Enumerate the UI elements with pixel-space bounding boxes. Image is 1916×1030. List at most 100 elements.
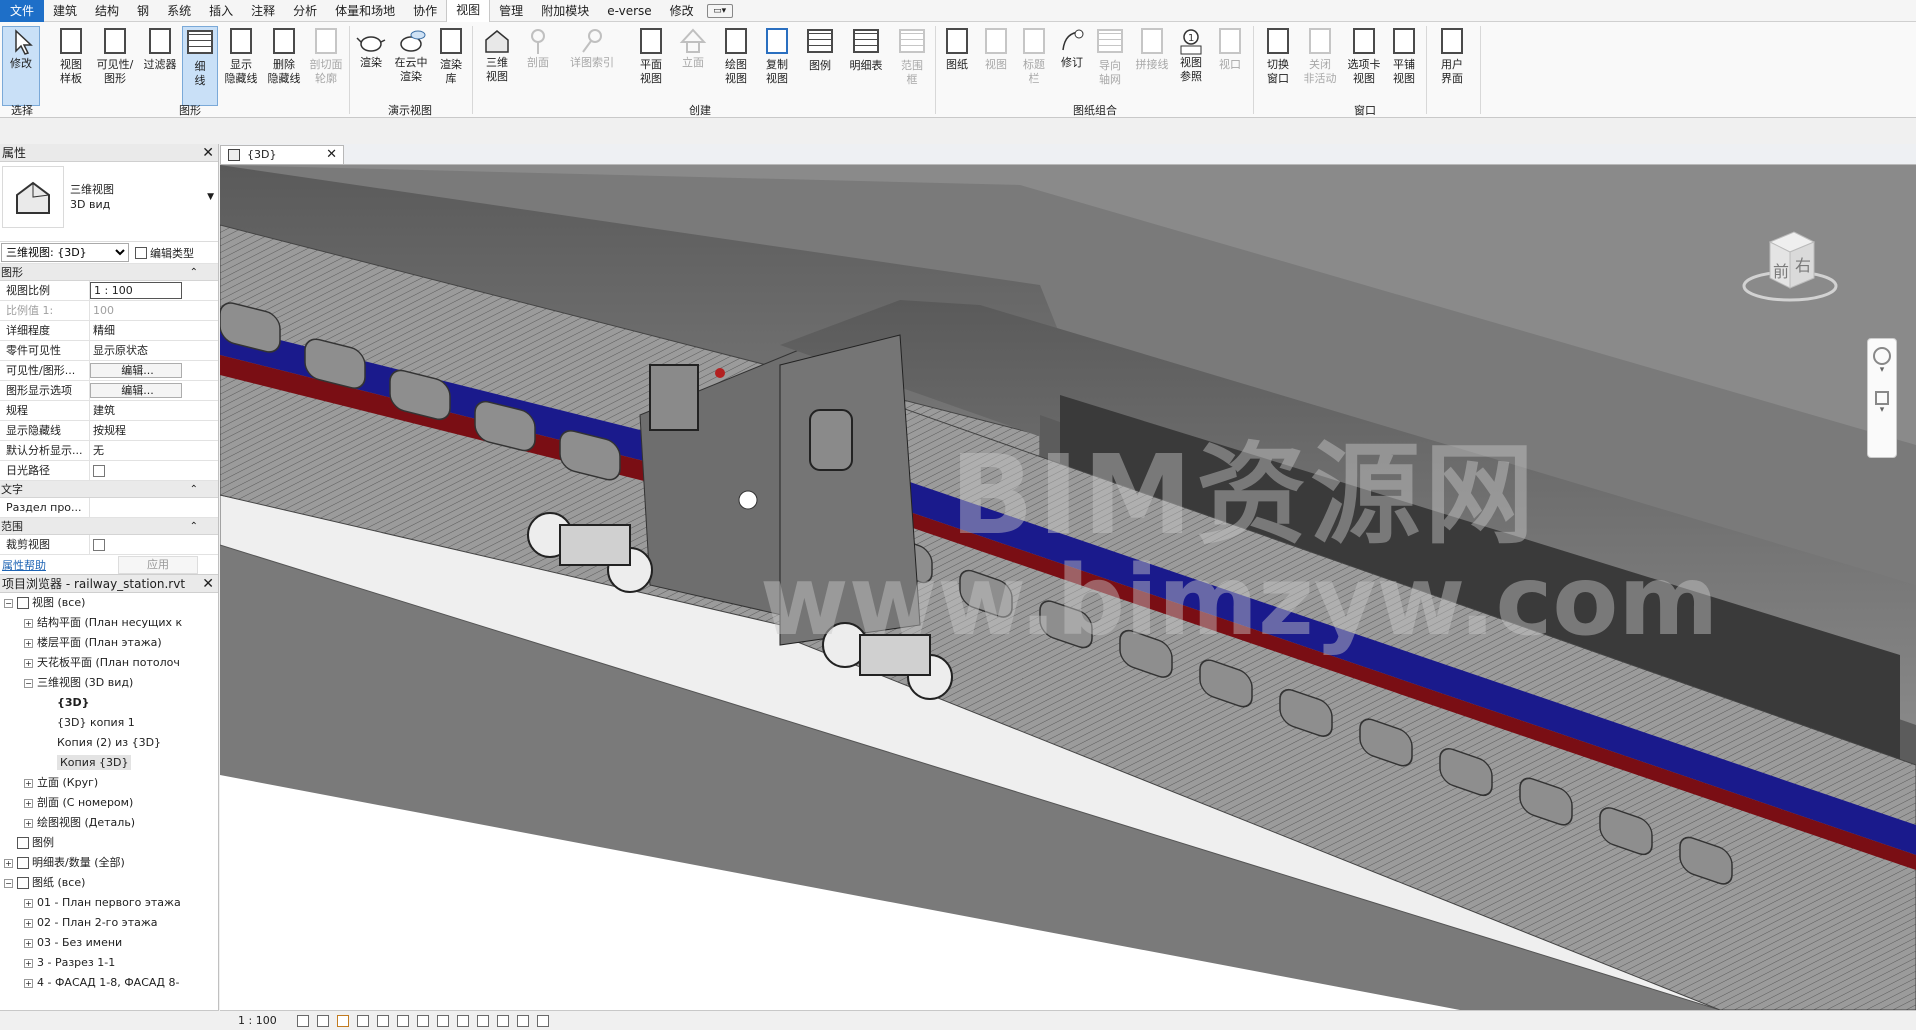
collapse-icon[interactable]: ⌃: [190, 481, 198, 498]
close-inactive-button[interactable]: 关闭 非活动: [1300, 26, 1340, 86]
3d-viewport[interactable]: BIM资源网 www.bimzyw.com: [220, 165, 1916, 1010]
properties-help-link[interactable]: 属性帮助: [0, 557, 46, 573]
browser-node[interactable]: + 天花板平面 (План потолоч: [0, 653, 218, 673]
menu-addins[interactable]: 附加模块: [532, 0, 598, 22]
close-icon[interactable]: ✕: [202, 144, 214, 162]
menu-collaborate[interactable]: 协作: [404, 0, 446, 22]
shadows-icon[interactable]: [356, 1014, 369, 1027]
rendering-icon[interactable]: [376, 1014, 389, 1027]
collapse-icon[interactable]: ⌃: [190, 518, 198, 535]
parts-visibility-value[interactable]: 显示原状态: [90, 341, 182, 360]
menu-view[interactable]: 视图: [446, 0, 491, 22]
crop-view-icon[interactable]: [396, 1014, 409, 1027]
lock-view-icon[interactable]: [436, 1014, 449, 1027]
browser-node[interactable]: 图例: [0, 833, 218, 853]
user-interface-button[interactable]: 用户 界面: [1432, 26, 1472, 86]
browser-node[interactable]: + 绘图视图 (Деталь): [0, 813, 218, 833]
menu-architecture[interactable]: 建筑: [44, 0, 86, 22]
viewports-button[interactable]: 视口: [1212, 26, 1248, 72]
detail-level-icon[interactable]: [296, 1014, 309, 1027]
render-cloud-button[interactable]: 在云中 渲染: [389, 26, 433, 84]
chevron-down-icon[interactable]: ▼: [207, 192, 214, 202]
legends-button[interactable]: 图例: [800, 26, 840, 73]
view-scale-field[interactable]: 1 : 100: [90, 282, 182, 299]
menu-analyze[interactable]: 分析: [284, 0, 326, 22]
sun-path-checkbox[interactable]: [93, 465, 105, 477]
chevron-down-icon[interactable]: ▾: [1868, 405, 1896, 415]
browser-node[interactable]: Копия (2) из {3D}: [0, 733, 218, 753]
expand-icon[interactable]: +: [24, 778, 33, 788]
group-graphics[interactable]: 图形 ⌃: [0, 264, 218, 281]
group-text[interactable]: 文字 ⌃: [0, 481, 218, 498]
expand-icon[interactable]: +: [24, 658, 33, 668]
detail-level-value[interactable]: 精细: [90, 321, 182, 340]
collapse-icon[interactable]: −: [4, 878, 13, 888]
analytical-model-icon[interactable]: [536, 1014, 549, 1027]
worksharing-icon[interactable]: [496, 1014, 509, 1027]
duplicate-view-button[interactable]: 复制 视图: [757, 26, 797, 86]
expand-icon[interactable]: +: [24, 638, 33, 648]
menu-file[interactable]: 文件: [0, 0, 45, 22]
browser-node[interactable]: +4 - ФАСАД 1-8, ФАСАД 8-: [0, 973, 218, 993]
browser-node[interactable]: + 剖面 (С номером): [0, 793, 218, 813]
show-crop-icon[interactable]: [416, 1014, 429, 1027]
cut-profile-button[interactable]: 剖切面 轮廓: [305, 26, 347, 86]
menu-massing-site[interactable]: 体量和场地: [326, 0, 404, 22]
graphic-display-edit-button[interactable]: 编辑...: [90, 383, 182, 398]
chevron-down-icon[interactable]: ▾: [1868, 365, 1896, 375]
expand-icon[interactable]: +: [24, 938, 33, 948]
drafting-view-button[interactable]: 绘图 视图: [716, 26, 756, 86]
elevation-button[interactable]: 立面: [675, 26, 711, 70]
matchline-button[interactable]: 拼接线: [1130, 26, 1174, 72]
visual-style-icon[interactable]: [316, 1014, 329, 1027]
place-view-button[interactable]: 视图: [978, 26, 1014, 72]
close-icon[interactable]: ✕: [326, 146, 337, 164]
browser-node[interactable]: + 结构平面 (План несущих к: [0, 613, 218, 633]
section-text-value[interactable]: [90, 498, 182, 517]
sun-path-icon[interactable]: [336, 1014, 349, 1027]
browser-node[interactable]: − 图纸 (все): [0, 873, 218, 893]
analysis-display-value[interactable]: 无: [90, 441, 182, 460]
view-template-button[interactable]: 视图 样板: [49, 26, 93, 86]
scope-box-button[interactable]: 范围 框: [892, 26, 932, 87]
view-reference-button[interactable]: 1 视图 参照: [1171, 26, 1211, 84]
temporary-hide-icon[interactable]: [456, 1014, 469, 1027]
expand-icon[interactable]: +: [24, 798, 33, 808]
expand-icon[interactable]: +: [24, 978, 33, 988]
title-block-button[interactable]: 标题 栏: [1016, 26, 1052, 86]
discipline-value[interactable]: 建筑: [90, 401, 182, 420]
collapse-icon[interactable]: ⌃: [190, 264, 198, 281]
browser-node[interactable]: {3D}: [0, 693, 218, 713]
guide-grid-button[interactable]: 导向 轴网: [1090, 26, 1130, 87]
apply-button[interactable]: 应用: [118, 555, 198, 574]
browser-node[interactable]: − 视图 (все): [0, 593, 218, 613]
highlight-displacement-icon[interactable]: [516, 1014, 529, 1027]
revisions-button[interactable]: 修订: [1054, 26, 1090, 70]
menu-systems[interactable]: 系统: [158, 0, 200, 22]
menu-modify[interactable]: 修改: [661, 0, 703, 22]
menu-insert[interactable]: 插入: [200, 0, 242, 22]
schedules-button[interactable]: 明细表: [844, 26, 888, 73]
browser-node[interactable]: + 楼层平面 (План этажа): [0, 633, 218, 653]
browser-node[interactable]: +03 - Без имени: [0, 933, 218, 953]
group-extents[interactable]: 范围 ⌃: [0, 518, 218, 535]
expand-icon[interactable]: +: [24, 918, 33, 928]
menu-annotate[interactable]: 注释: [242, 0, 284, 22]
tab-views-button[interactable]: 选项卡 视图: [1342, 26, 1386, 86]
browser-node[interactable]: +3 - Разрез 1-1: [0, 953, 218, 973]
modify-button[interactable]: 修改: [2, 26, 40, 106]
steering-wheel-icon[interactable]: [1873, 347, 1891, 365]
collapse-icon[interactable]: −: [4, 598, 13, 608]
browser-node[interactable]: Копия {3D}: [0, 753, 218, 773]
crop-view-checkbox[interactable]: [93, 539, 105, 551]
browser-node[interactable]: {3D} копия 1: [0, 713, 218, 733]
instance-selector[interactable]: 三维视图: {3D}: [1, 243, 129, 262]
expand-icon[interactable]: +: [4, 858, 13, 868]
scale-display[interactable]: 1 : 100: [238, 1014, 277, 1027]
section-button[interactable]: 剖面: [520, 26, 556, 70]
expand-icon[interactable]: +: [24, 958, 33, 968]
render-button[interactable]: 渲染: [353, 26, 389, 70]
menu-manage[interactable]: 管理: [490, 0, 532, 22]
type-selector[interactable]: 三维视图 3D вид ▼: [0, 162, 218, 242]
panel-label-select[interactable]: 选择: [2, 102, 42, 118]
